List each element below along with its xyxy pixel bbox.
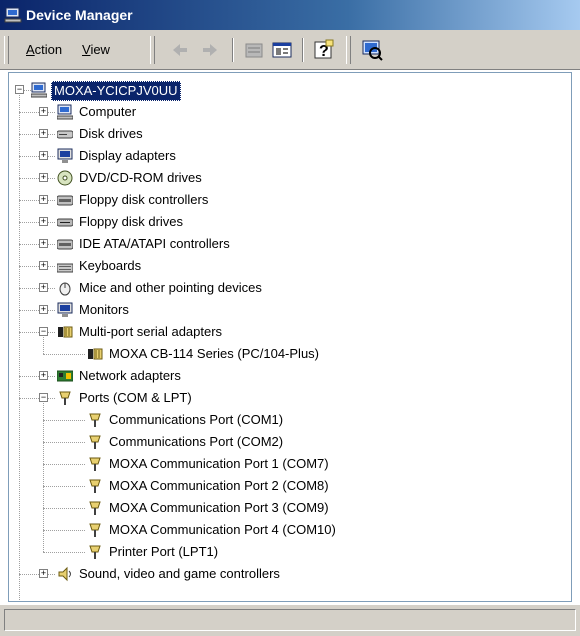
menu-view[interactable]: View (80, 42, 112, 58)
tree-node-label: Communications Port (COM2) (109, 434, 284, 449)
tree-node-multi-port-serial-adapters[interactable]: Multi-port serial adapters (9, 321, 569, 343)
tree-node-mice-and-other-pointing-devices[interactable]: Mice and other pointing devices (9, 277, 569, 299)
forward-icon[interactable] (198, 38, 222, 62)
tree-node-label: Multi-port serial adapters (79, 324, 223, 339)
toolbar-grip-3[interactable] (346, 36, 351, 64)
port-icon (59, 391, 71, 405)
tree-node-label: MOXA-YCICPJV0UU (51, 81, 181, 101)
speaker-icon (58, 566, 71, 582)
monitor-icon (57, 302, 73, 317)
tree-connector (43, 337, 44, 354)
mouse-icon (59, 282, 71, 296)
tree-node-display-adapters[interactable]: Display adapters (9, 145, 569, 167)
tree-node-label: DVD/CD-ROM drives (79, 170, 202, 185)
tree-node-label: MOXA Communication Port 2 (COM8) (109, 478, 329, 493)
tree-node-label: Keyboards (79, 258, 142, 273)
scan-hardware-icon[interactable] (360, 38, 384, 62)
tree-node-label: IDE ATA/ATAPI controllers (79, 236, 230, 251)
cd-rom-icon (57, 170, 73, 186)
toolbar-separator (232, 38, 234, 62)
tree-child-node[interactable]: Printer Port (LPT1) (9, 541, 569, 563)
tree-node-label: Disk drives (79, 126, 143, 141)
monitor-icon (57, 148, 73, 163)
floppy-drive-icon (57, 218, 73, 227)
tree-child-node[interactable]: MOXA Communication Port 1 (COM7) (9, 453, 569, 475)
tree-node-floppy-disk-drives[interactable]: Floppy disk drives (9, 211, 569, 233)
serial-adapter-icon (88, 348, 103, 360)
port-icon (89, 523, 101, 537)
tree-node-disk-drives[interactable]: Disk drives (9, 123, 569, 145)
controller-icon (57, 195, 73, 206)
tree-connector (24, 90, 31, 91)
port-icon (89, 457, 101, 471)
network-card-icon (57, 370, 73, 382)
tree-child-node[interactable]: Communications Port (COM1) (9, 409, 569, 431)
tree-node-label: Display adapters (79, 148, 176, 163)
tree-child-node[interactable]: MOXA Communication Port 3 (COM9) (9, 497, 569, 519)
port-icon (89, 413, 101, 427)
tree-node-label: Monitors (79, 302, 129, 317)
tree-node-dvd-cd-rom-drives[interactable]: DVD/CD-ROM drives (9, 167, 569, 189)
tree-node-monitors[interactable]: Monitors (9, 299, 569, 321)
tree-root-node[interactable]: MOXA-YCICPJV0UU (9, 79, 569, 101)
tree-node-ports-com-lpt[interactable]: Ports (COM & LPT) (9, 387, 569, 409)
menu-action[interactable]: Action (24, 42, 64, 58)
title-bar[interactable]: Device Manager (0, 0, 580, 30)
port-icon (89, 545, 101, 559)
status-bar (0, 604, 580, 636)
tree-node-label: MOXA CB-114 Series (PC/104-Plus) (109, 346, 319, 361)
toolbar-grip-2[interactable] (150, 36, 155, 64)
keyboard-icon (57, 263, 73, 273)
tree-node-label: Printer Port (LPT1) (109, 544, 219, 559)
port-icon (89, 501, 101, 515)
tree-child-node[interactable]: MOXA CB-114 Series (PC/104-Plus) (9, 343, 569, 365)
tree-node-label: MOXA Communication Port 1 (COM7) (109, 456, 329, 471)
toolbar: Action View ? (0, 30, 580, 70)
tree-node-network-adapters[interactable]: Network adapters (9, 365, 569, 387)
tree-node-label: Ports (COM & LPT) (79, 390, 192, 405)
tree-node-sound-video-and-game-controllers[interactable]: Sound, video and game controllers (9, 563, 569, 585)
computer-icon (31, 82, 47, 98)
tree-node-label: Computer (79, 104, 137, 119)
tree-node-label: Communications Port (COM1) (109, 412, 284, 427)
tree-node-label: Floppy disk controllers (79, 192, 209, 207)
tree-connector (43, 403, 44, 552)
help-icon[interactable]: ? (312, 38, 336, 62)
toolbar-separator (302, 38, 304, 62)
tree-child-node[interactable]: Communications Port (COM2) (9, 431, 569, 453)
tree-node-label: MOXA Communication Port 3 (COM9) (109, 500, 329, 515)
computer-icon (57, 104, 73, 120)
device-tree[interactable]: − MOXA-YCICPJV0UU + Computer + Disk drives + Di… (8, 72, 572, 602)
disk-drive-icon (57, 130, 73, 139)
status-panel (4, 609, 576, 631)
tree-node-computer[interactable]: Computer (9, 101, 569, 123)
tree-node-ide-ata-atapi-controllers[interactable]: IDE ATA/ATAPI controllers (9, 233, 569, 255)
port-icon (89, 435, 101, 449)
port-icon (89, 479, 101, 493)
tree-node-label: Sound, video and game controllers (79, 566, 280, 581)
tree-connector (19, 95, 20, 601)
window-title: Device Manager (26, 7, 133, 23)
controller-icon (57, 239, 73, 250)
tree-child-node[interactable]: MOXA Communication Port 4 (COM10) (9, 519, 569, 541)
tree-node-label: MOXA Communication Port 4 (COM10) (109, 522, 336, 537)
tree-node-label: Network adapters (79, 368, 181, 383)
tree-node-keyboards[interactable]: Keyboards (9, 255, 569, 277)
tree-child-node[interactable]: MOXA Communication Port 2 (COM8) (9, 475, 569, 497)
up-folder-icon[interactable] (242, 38, 266, 62)
toolbar-grip[interactable] (4, 36, 9, 64)
properties-icon[interactable] (270, 38, 294, 62)
tree-node-label: Floppy disk drives (79, 214, 184, 229)
device-manager-icon (4, 7, 22, 23)
serial-adapter-icon (58, 326, 73, 338)
device-manager-window: Device Manager Action View ? − MOXA-YCIC… (0, 0, 580, 636)
tree-node-floppy-disk-controllers[interactable]: Floppy disk controllers (9, 189, 569, 211)
tree-node-label: Mice and other pointing devices (79, 280, 262, 295)
back-icon[interactable] (168, 38, 192, 62)
